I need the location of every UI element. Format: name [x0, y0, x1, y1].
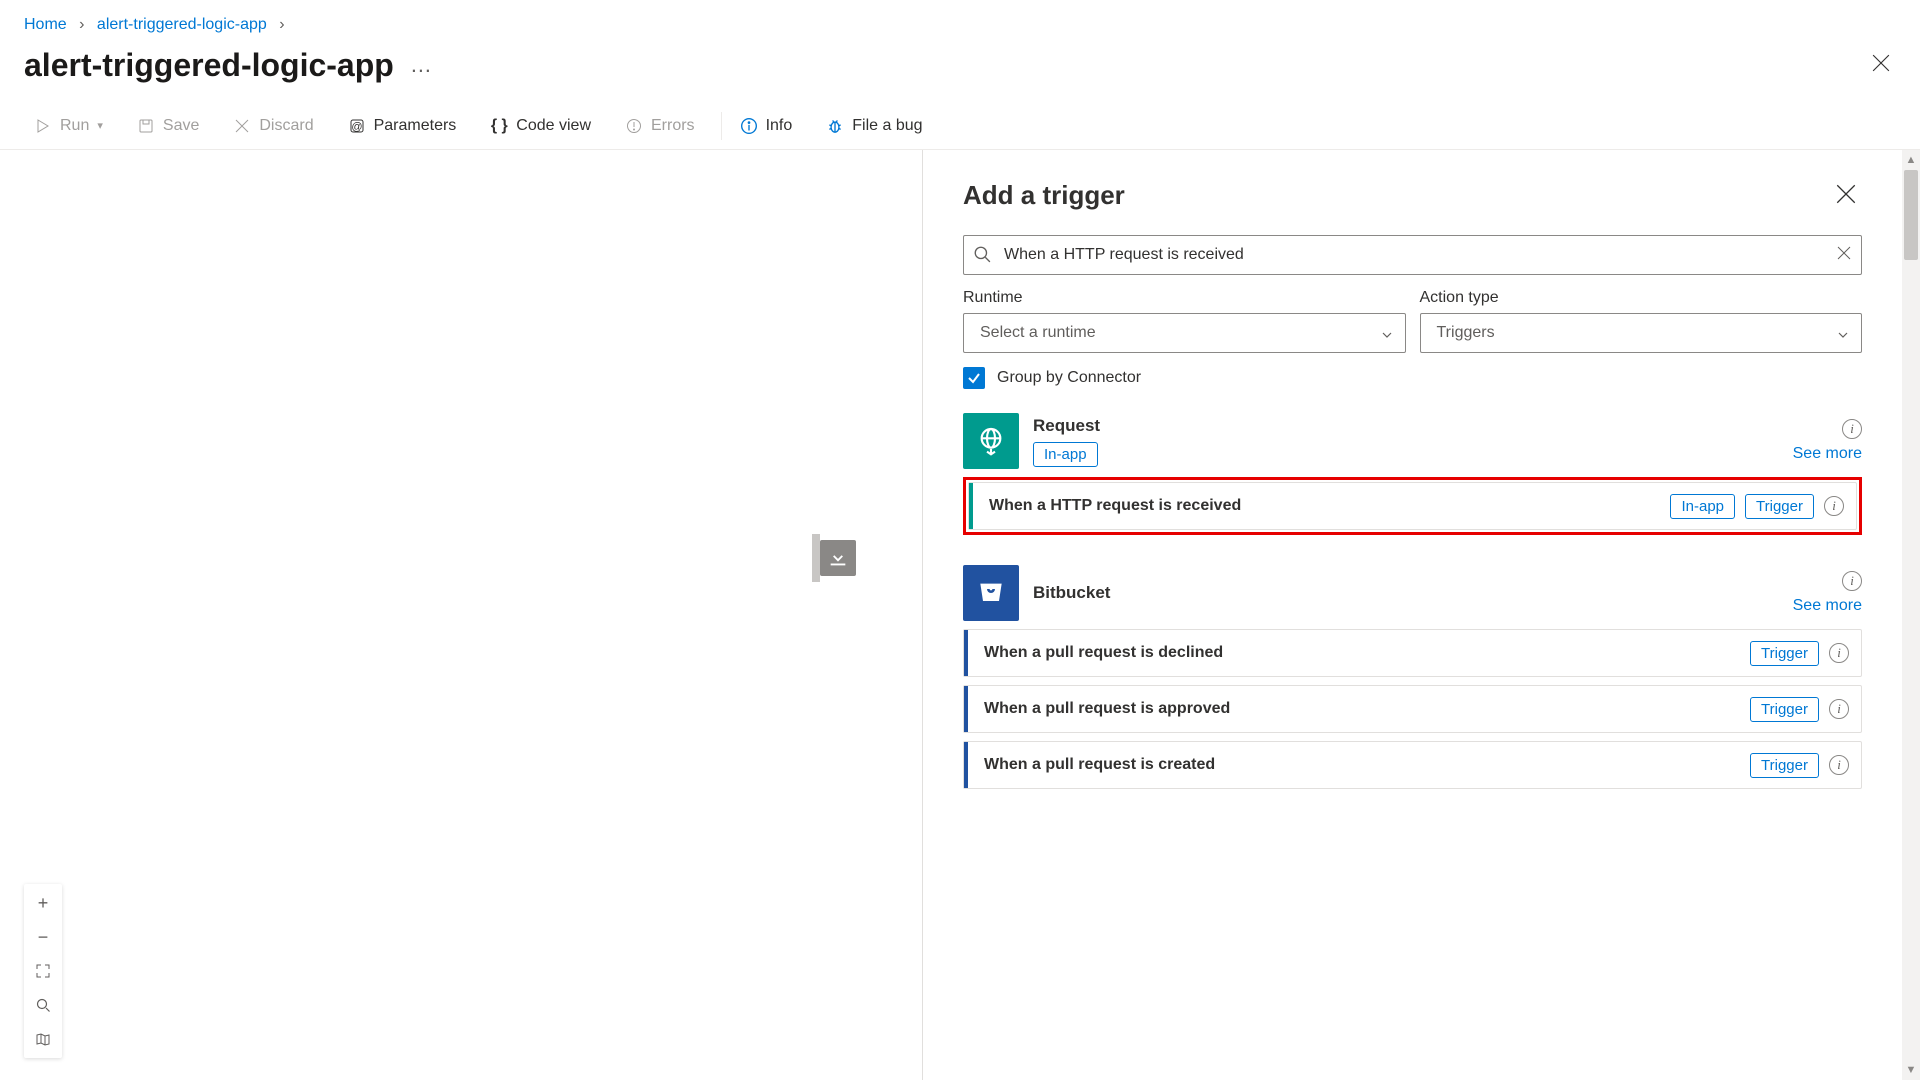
- add-trigger-panel: Add a trigger Runtime: [922, 150, 1902, 1080]
- connector-request-header: Request In-app i See more: [963, 413, 1862, 469]
- canvas-placeholder-node[interactable]: [820, 540, 856, 576]
- parameters-button[interactable]: @ Parameters: [338, 111, 467, 141]
- fit-button[interactable]: [28, 956, 58, 986]
- trigger-pill: Trigger: [1750, 641, 1819, 666]
- save-icon: [137, 117, 155, 135]
- chevron-down-icon: [1381, 328, 1393, 346]
- info-icon: [740, 117, 758, 135]
- breadcrumb-home[interactable]: Home: [24, 16, 67, 33]
- more-options[interactable]: …: [410, 52, 434, 78]
- panel-close-button[interactable]: [1830, 178, 1862, 213]
- toolbar: Run ▾ Save Discard @ Parameters { } Code…: [0, 102, 1920, 150]
- search-canvas-button[interactable]: [28, 990, 58, 1020]
- connector-name: Bitbucket: [1033, 583, 1110, 603]
- check-icon: [966, 370, 982, 386]
- trigger-pill: Trigger: [1750, 697, 1819, 722]
- file-bug-button[interactable]: File a bug: [816, 111, 932, 141]
- zoom-out-button[interactable]: −: [28, 922, 58, 952]
- see-more-link[interactable]: See more: [1793, 597, 1862, 615]
- chevron-right-icon: ›: [79, 16, 84, 33]
- breadcrumb: Home › alert-triggered-logic-app ›: [0, 0, 1920, 38]
- request-connector-icon: [963, 413, 1019, 469]
- actiontype-label: Action type: [1420, 289, 1863, 307]
- bitbucket-connector-icon: [963, 565, 1019, 621]
- search-icon: [35, 997, 51, 1013]
- connector-info-button[interactable]: i: [1842, 419, 1862, 439]
- chevron-down-icon: [1837, 328, 1849, 346]
- canvas-node-handle: [812, 534, 820, 582]
- trigger-pr-created[interactable]: When a pull request is created Trigger i: [963, 741, 1862, 789]
- chevron-down-icon: ▾: [97, 119, 103, 132]
- group-by-connector-label: Group by Connector: [997, 369, 1141, 387]
- info-button[interactable]: Info: [730, 111, 803, 141]
- close-icon: [1872, 54, 1890, 72]
- minimap-button[interactable]: [28, 1024, 58, 1054]
- connector-bitbucket-header: Bitbucket i See more: [963, 565, 1862, 621]
- connector-info-button[interactable]: i: [1842, 571, 1862, 591]
- inapp-pill: In-app: [1033, 442, 1098, 467]
- designer-canvas[interactable]: + −: [0, 150, 922, 1080]
- connector-name: Request: [1033, 416, 1100, 436]
- runtime-dropdown[interactable]: Select a runtime: [963, 313, 1406, 353]
- trigger-search-input[interactable]: [963, 235, 1862, 275]
- breadcrumb-app[interactable]: alert-triggered-logic-app: [97, 16, 267, 33]
- errors-button[interactable]: Errors: [615, 111, 705, 141]
- trigger-info-button[interactable]: i: [1829, 699, 1849, 719]
- codeview-button[interactable]: { } Code view: [480, 111, 601, 141]
- clear-search-button[interactable]: [1836, 245, 1852, 264]
- actiontype-dropdown[interactable]: Triggers: [1420, 313, 1863, 353]
- trigger-info-button[interactable]: i: [1829, 643, 1849, 663]
- save-button[interactable]: Save: [127, 111, 209, 141]
- globe-icon: [975, 425, 1007, 457]
- svg-text:@: @: [351, 121, 362, 133]
- discard-button[interactable]: Discard: [223, 111, 323, 141]
- chevron-right-icon: ›: [279, 16, 284, 33]
- inapp-pill: In-app: [1670, 494, 1735, 519]
- scroll-up-arrow[interactable]: ▲: [1902, 150, 1920, 170]
- download-icon: [827, 547, 849, 569]
- expand-icon: [35, 963, 51, 979]
- group-by-connector-checkbox[interactable]: [963, 367, 985, 389]
- bug-icon: [826, 117, 844, 135]
- highlighted-trigger: When a HTTP request is received In-app T…: [963, 477, 1862, 535]
- play-icon: [34, 117, 52, 135]
- close-icon: [1836, 245, 1852, 261]
- bucket-icon: [975, 577, 1007, 609]
- trigger-pill: Trigger: [1750, 753, 1819, 778]
- trigger-pr-declined[interactable]: When a pull request is declined Trigger …: [963, 629, 1862, 677]
- trigger-pill: Trigger: [1745, 494, 1814, 519]
- braces-icon: { }: [490, 117, 508, 135]
- scrollbar-thumb[interactable]: [1904, 170, 1918, 260]
- trigger-pr-approved[interactable]: When a pull request is approved Trigger …: [963, 685, 1862, 733]
- trigger-http-request-received[interactable]: When a HTTP request is received In-app T…: [968, 482, 1857, 530]
- vertical-scrollbar[interactable]: ▲ ▼: [1902, 150, 1920, 1080]
- canvas-controls: + −: [24, 884, 62, 1058]
- zoom-in-button[interactable]: +: [28, 888, 58, 918]
- error-icon: [625, 117, 643, 135]
- close-icon: [1836, 184, 1856, 204]
- trigger-info-button[interactable]: i: [1824, 496, 1844, 516]
- map-icon: [35, 1031, 51, 1047]
- runtime-label: Runtime: [963, 289, 1406, 307]
- trigger-info-button[interactable]: i: [1829, 755, 1849, 775]
- close-icon: [233, 117, 251, 135]
- run-button[interactable]: Run ▾: [24, 111, 113, 141]
- panel-title: Add a trigger: [963, 180, 1125, 211]
- see-more-link[interactable]: See more: [1793, 445, 1862, 463]
- scroll-down-arrow[interactable]: ▼: [1902, 1060, 1920, 1080]
- parameters-icon: @: [348, 117, 366, 135]
- close-page-button[interactable]: [1866, 46, 1896, 84]
- search-icon: [973, 245, 991, 266]
- page-title: alert-triggered-logic-app: [24, 47, 394, 84]
